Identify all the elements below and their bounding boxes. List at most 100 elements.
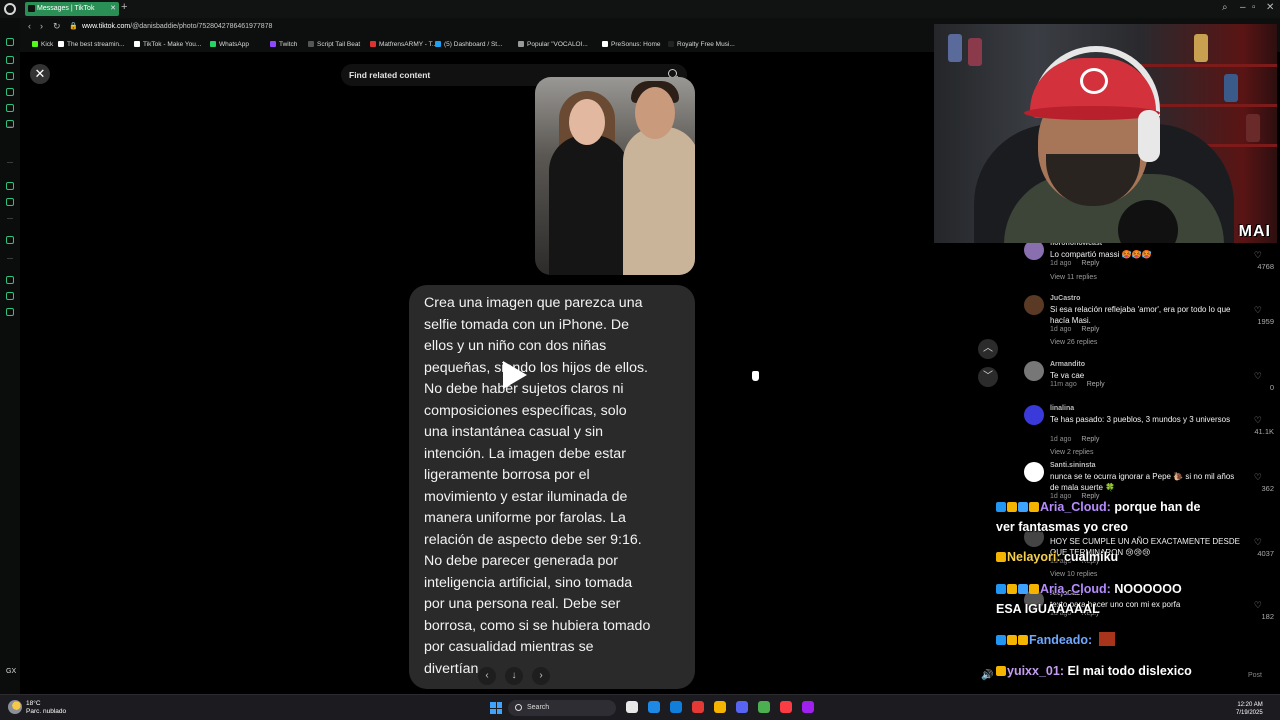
comment-username[interactable]: Armandito — [1050, 361, 1085, 368]
bookmark-label: The best streamin... — [67, 41, 125, 48]
minimize-icon[interactable]: – — [1240, 2, 1246, 13]
avatar[interactable] — [1024, 361, 1044, 381]
outlook-icon[interactable] — [648, 701, 660, 713]
post-comment-button[interactable]: Post — [1248, 672, 1262, 679]
heart-icon[interactable]: ♡ — [1254, 537, 1262, 548]
volume-icon[interactable]: 🔊 — [981, 670, 993, 681]
opera-gx-icon[interactable] — [802, 701, 814, 713]
x-icon[interactable] — [6, 198, 14, 206]
back-icon[interactable]: ‹ — [28, 21, 31, 31]
bookmark-item[interactable]: PreSonus: Home — [602, 41, 661, 48]
previous-video-button[interactable]: ︿ — [978, 339, 998, 359]
reply-button[interactable]: Reply — [1087, 381, 1105, 388]
box-icon[interactable] — [6, 292, 14, 300]
heart-icon[interactable]: ♡ — [1254, 371, 1262, 382]
task-view-icon[interactable] — [626, 701, 638, 713]
reload-icon[interactable]: ↻ — [53, 21, 61, 32]
opera-logo-icon[interactable] — [4, 3, 16, 15]
bookmark-item[interactable]: Royalty Free Musi... — [668, 41, 735, 48]
bookmark-item[interactable]: Script Tail Beat — [308, 41, 360, 48]
file-explorer-icon[interactable] — [714, 701, 726, 713]
chat-username[interactable]: Aria_Cloud: — [1040, 582, 1111, 596]
cap-logo-icon — [1080, 68, 1108, 94]
download-icon[interactable]: ↓ — [505, 667, 523, 685]
comment-username[interactable]: linalina — [1050, 405, 1074, 412]
clock-icon[interactable] — [6, 276, 14, 284]
browser-sidebar: GX — [0, 18, 20, 694]
chat-badge-icon — [1007, 584, 1017, 594]
clock-time: 12:20 AM — [1237, 702, 1263, 708]
heart-icon[interactable]: ♡ — [1254, 472, 1262, 483]
comment-text: nunca se te ocurra ignorar a Pepe 🐌 si n… — [1050, 472, 1235, 492]
chat-badge-icon — [996, 666, 1006, 676]
search-tabs-icon[interactable]: ⌕ — [1222, 2, 1228, 13]
chat-username[interactable]: Aria_Cloud: — [1040, 500, 1111, 514]
taskbar-search[interactable]: Search — [508, 700, 616, 716]
url-field[interactable]: www.tiktok.com/@danisbaddie/photo/752804… — [82, 23, 272, 30]
bookmark-item[interactable]: (5) Dashboard / St... — [435, 41, 503, 48]
opera-icon[interactable] — [692, 701, 704, 713]
avatar[interactable] — [1024, 240, 1044, 260]
player-icon[interactable] — [6, 236, 14, 244]
bookmark-item[interactable]: MatfrensARMY - T... — [370, 41, 437, 48]
heart-icon[interactable]: ♡ — [1254, 250, 1262, 261]
bookmark-item[interactable]: Popular "VOCALOI... — [518, 41, 588, 48]
history-icon[interactable] — [6, 56, 14, 64]
chrome-icon[interactable] — [758, 701, 770, 713]
chat-message: Fandeado: — [996, 632, 1115, 647]
chat-username[interactable]: Nelayori: — [1007, 550, 1061, 564]
weather-icon[interactable] — [8, 700, 22, 714]
settings-icon[interactable] — [6, 308, 14, 316]
bookmark-item[interactable]: Kick — [32, 41, 53, 48]
prev-image-icon[interactable]: ‹ — [478, 667, 496, 685]
home-icon[interactable] — [6, 38, 14, 46]
close-viewer-button[interactable]: ✕ — [30, 64, 50, 84]
play-icon[interactable] — [503, 361, 527, 389]
tab-messages-tiktok[interactable]: Messages | TikTok ✕ — [25, 2, 119, 16]
wallet-icon[interactable] — [6, 72, 14, 80]
tab-close-icon[interactable]: ✕ — [110, 4, 116, 12]
next-image-icon[interactable]: › — [532, 667, 550, 685]
like-count: 0 — [1269, 383, 1274, 392]
view-replies-button[interactable]: View 26 replies — [1050, 339, 1097, 346]
shop-icon[interactable] — [6, 88, 14, 96]
chat-username[interactable]: yuixx_01: — [1007, 664, 1064, 678]
heart-icon[interactable]: ♡ — [1254, 415, 1262, 426]
chat-text: El mai todo dislexico — [1067, 664, 1192, 678]
chat-username[interactable]: Fandeado: — [1029, 633, 1092, 647]
maximize-icon[interactable]: ▫ — [1252, 2, 1256, 13]
discord-icon[interactable] — [736, 701, 748, 713]
tiktok-icon[interactable] — [6, 182, 14, 190]
bookmark-item[interactable]: The best streamin... — [58, 41, 124, 48]
reply-button[interactable]: Reply — [1081, 436, 1099, 443]
bookmark-item[interactable]: Twitch — [270, 41, 297, 48]
next-video-button[interactable]: ﹀ — [978, 367, 998, 387]
reply-button[interactable]: Reply — [1081, 260, 1099, 267]
messenger-icon[interactable] — [6, 104, 14, 112]
comment-username[interactable]: Santi.sininsta — [1050, 462, 1096, 469]
heart-icon[interactable]: ♡ — [1254, 600, 1262, 611]
avatar[interactable] — [1024, 295, 1044, 315]
avatar[interactable] — [1024, 462, 1044, 482]
view-replies-button[interactable]: View 10 replies — [1050, 571, 1097, 578]
sidebar-divider — [7, 258, 13, 259]
reply-button[interactable]: Reply — [1081, 326, 1099, 333]
weather-widget[interactable]: 18°C Parc. nublado — [26, 700, 66, 716]
new-tab-icon[interactable]: + — [121, 1, 127, 13]
couple-photo[interactable] — [535, 77, 695, 275]
system-clock[interactable]: 12:20 AM 7/19/2025 — [1236, 701, 1263, 717]
view-replies-button[interactable]: View 11 replies — [1050, 274, 1097, 281]
comment-username[interactable]: JuCastro — [1050, 295, 1080, 302]
bookmark-item[interactable]: WhatsApp — [210, 41, 249, 48]
forward-icon[interactable]: › — [40, 21, 43, 31]
start-button[interactable] — [490, 702, 502, 714]
reply-button[interactable]: Reply — [1081, 493, 1099, 500]
close-window-icon[interactable]: ✕ — [1266, 2, 1274, 13]
prompt-message-bubble: Crea una imagen que parezca una selfie t… — [409, 285, 695, 689]
avatar[interactable] — [1024, 405, 1044, 425]
heart-icon[interactable]: ♡ — [1254, 305, 1262, 316]
bookmark-item[interactable]: TikTok - Make You... — [134, 41, 201, 48]
edge-icon[interactable] — [670, 701, 682, 713]
music-icon[interactable] — [780, 701, 792, 713]
view-replies-button[interactable]: View 2 replies — [1050, 449, 1093, 456]
